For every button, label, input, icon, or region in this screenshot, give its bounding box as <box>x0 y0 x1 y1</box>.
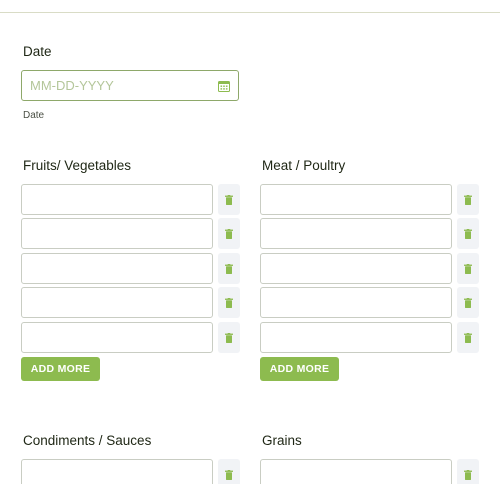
trash-icon <box>225 332 233 343</box>
fruits-delete-button-2[interactable] <box>218 218 240 249</box>
trash-icon <box>464 469 472 480</box>
trash-icon <box>225 228 233 239</box>
fruits-input-3[interactable] <box>21 253 213 284</box>
trash-icon <box>464 332 472 343</box>
date-sublabel: Date <box>23 110 45 121</box>
date-field[interactable] <box>21 70 239 101</box>
fruits-delete-button-3[interactable] <box>218 253 240 284</box>
meat-input-3[interactable] <box>260 253 452 284</box>
fruits-input-1[interactable] <box>21 184 213 215</box>
trash-icon <box>225 469 233 480</box>
condiments-input-1[interactable] <box>21 459 213 484</box>
fruits-delete-button-4[interactable] <box>218 287 240 318</box>
meat-input-1[interactable] <box>260 184 452 215</box>
trash-icon <box>225 297 233 308</box>
meat-add-more-button[interactable]: ADD MORE <box>260 357 339 381</box>
meat-delete-button-1[interactable] <box>457 184 479 215</box>
meat-delete-button-3[interactable] <box>457 253 479 284</box>
meat-input-2[interactable] <box>260 218 452 249</box>
grains-input-1[interactable] <box>260 459 452 484</box>
date-input[interactable] <box>22 71 212 100</box>
fruits-vegetables-label: Fruits/ Vegetables <box>23 158 132 173</box>
trash-icon <box>225 263 233 274</box>
grains-label: Grains <box>262 433 302 448</box>
condiments-sauces-label: Condiments / Sauces <box>23 433 152 448</box>
fruits-input-5[interactable] <box>21 322 213 353</box>
meat-poultry-label: Meat / Poultry <box>262 158 346 173</box>
meat-delete-button-4[interactable] <box>457 287 479 318</box>
fruits-add-more-button[interactable]: ADD MORE <box>21 357 100 381</box>
meat-input-5[interactable] <box>260 322 452 353</box>
calendar-icon[interactable] <box>218 80 230 92</box>
trash-icon <box>225 194 233 205</box>
fruits-delete-button-1[interactable] <box>218 184 240 215</box>
trash-icon <box>464 263 472 274</box>
fruits-input-2[interactable] <box>21 218 213 249</box>
trash-icon <box>464 297 472 308</box>
top-divider <box>0 12 500 13</box>
fruits-input-4[interactable] <box>21 287 213 318</box>
condiments-delete-button-1[interactable] <box>218 459 240 484</box>
fruits-delete-button-5[interactable] <box>218 322 240 353</box>
meat-delete-button-5[interactable] <box>457 322 479 353</box>
trash-icon <box>464 228 472 239</box>
trash-icon <box>464 194 472 205</box>
meat-input-4[interactable] <box>260 287 452 318</box>
date-label: Date <box>23 44 52 59</box>
meat-delete-button-2[interactable] <box>457 218 479 249</box>
grains-delete-button-1[interactable] <box>457 459 479 484</box>
